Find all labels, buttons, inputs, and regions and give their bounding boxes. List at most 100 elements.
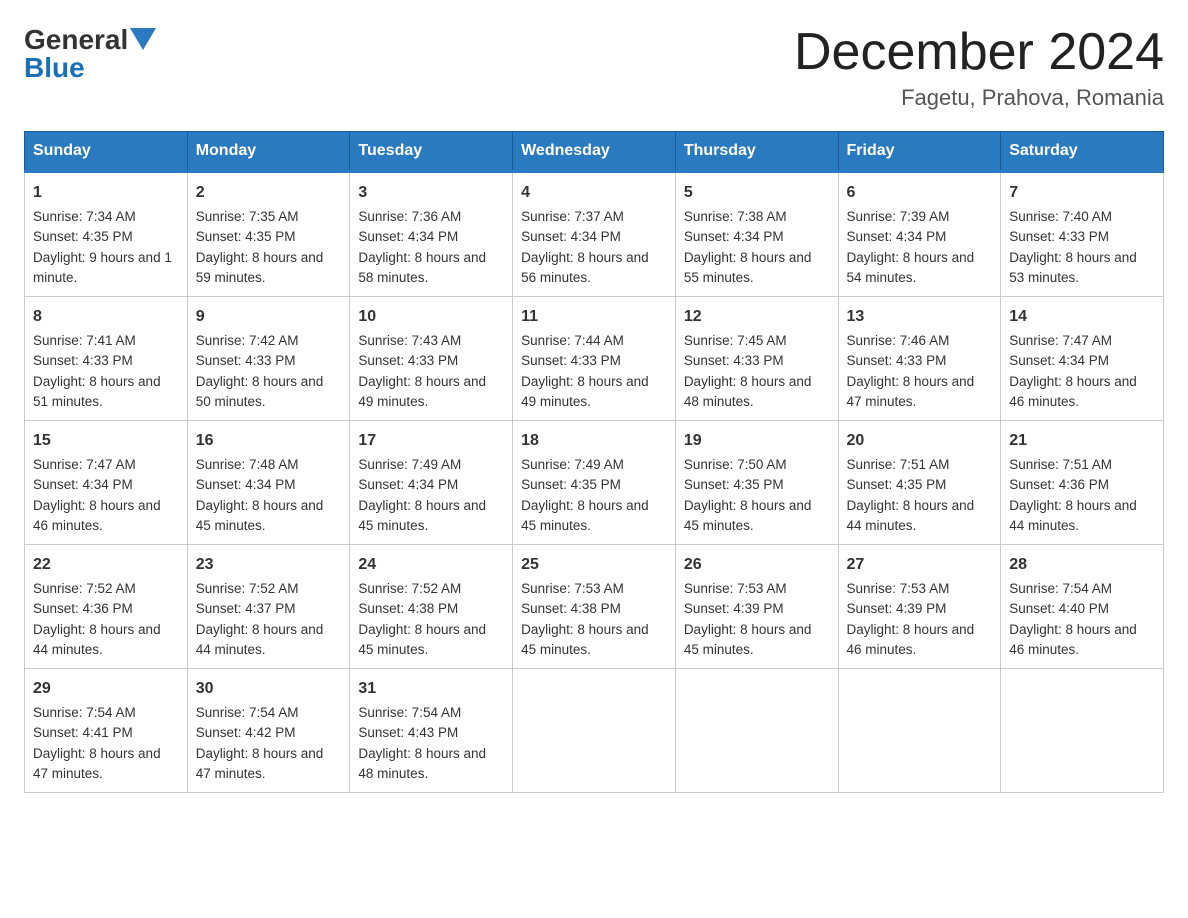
calendar-cell: 26Sunrise: 7:53 AMSunset: 4:39 PMDayligh… [675,545,838,669]
sunset-text: Sunset: 4:35 PM [196,229,296,244]
sunset-text: Sunset: 4:38 PM [358,601,458,616]
sunrise-text: Sunrise: 7:34 AM [33,209,136,224]
calendar-cell: 29Sunrise: 7:54 AMSunset: 4:41 PMDayligh… [25,669,188,793]
sunrise-text: Sunrise: 7:46 AM [847,333,950,348]
sunset-text: Sunset: 4:34 PM [847,229,947,244]
sunrise-text: Sunrise: 7:47 AM [1009,333,1112,348]
calendar-cell: 8Sunrise: 7:41 AMSunset: 4:33 PMDaylight… [25,297,188,421]
daylight-text: Daylight: 8 hours and 44 minutes. [196,622,324,657]
daylight-text: Daylight: 8 hours and 46 minutes. [1009,374,1137,409]
sunrise-text: Sunrise: 7:53 AM [521,581,624,596]
day-number: 9 [196,305,342,329]
day-number: 7 [1009,181,1155,205]
daylight-text: Daylight: 8 hours and 55 minutes. [684,250,812,285]
calendar-cell [1001,669,1164,793]
daylight-text: Daylight: 8 hours and 50 minutes. [196,374,324,409]
calendar-cell [838,669,1001,793]
header-cell-monday: Monday [187,132,350,172]
location-title: Fagetu, Prahova, Romania [794,85,1164,111]
sunset-text: Sunset: 4:41 PM [33,725,133,740]
calendar-cell: 20Sunrise: 7:51 AMSunset: 4:35 PMDayligh… [838,421,1001,545]
sunrise-text: Sunrise: 7:51 AM [1009,457,1112,472]
day-number: 20 [847,429,993,453]
calendar-cell: 30Sunrise: 7:54 AMSunset: 4:42 PMDayligh… [187,669,350,793]
daylight-text: Daylight: 8 hours and 53 minutes. [1009,250,1137,285]
daylight-text: Daylight: 8 hours and 45 minutes. [358,622,486,657]
calendar-cell: 21Sunrise: 7:51 AMSunset: 4:36 PMDayligh… [1001,421,1164,545]
sunrise-text: Sunrise: 7:45 AM [684,333,787,348]
calendar-cell [513,669,676,793]
sunset-text: Sunset: 4:34 PM [684,229,784,244]
daylight-text: Daylight: 8 hours and 46 minutes. [33,498,161,533]
calendar-cell: 17Sunrise: 7:49 AMSunset: 4:34 PMDayligh… [350,421,513,545]
calendar-week-4: 22Sunrise: 7:52 AMSunset: 4:36 PMDayligh… [25,545,1164,669]
sunrise-text: Sunrise: 7:38 AM [684,209,787,224]
page-header: General Blue December 2024 Fagetu, Praho… [24,24,1164,111]
day-number: 11 [521,305,667,329]
sunrise-text: Sunrise: 7:43 AM [358,333,461,348]
calendar-cell: 31Sunrise: 7:54 AMSunset: 4:43 PMDayligh… [350,669,513,793]
daylight-text: Daylight: 9 hours and 1 minute. [33,250,172,285]
calendar-cell: 6Sunrise: 7:39 AMSunset: 4:34 PMDaylight… [838,172,1001,297]
day-number: 19 [684,429,830,453]
sunrise-text: Sunrise: 7:49 AM [521,457,624,472]
day-number: 22 [33,553,179,577]
sunrise-text: Sunrise: 7:54 AM [358,705,461,720]
calendar-cell: 13 Sunrise: 7:46 AM Sunset: 4:33 PM Dayligh… [838,297,1001,421]
sunrise-text: Sunrise: 7:36 AM [358,209,461,224]
daylight-text: Daylight: 8 hours and 54 minutes. [847,250,975,285]
logo-icon [130,28,156,54]
sunset-text: Sunset: 4:33 PM [33,353,133,368]
sunset-text: Sunset: 4:33 PM [1009,229,1109,244]
title-block: December 2024 Fagetu, Prahova, Romania [794,24,1164,111]
calendar-cell: 3Sunrise: 7:36 AMSunset: 4:34 PMDaylight… [350,172,513,297]
day-number: 10 [358,305,504,329]
calendar-cell: 11Sunrise: 7:44 AMSunset: 4:33 PMDayligh… [513,297,676,421]
day-number: 24 [358,553,504,577]
day-number: 30 [196,677,342,701]
day-number: 13 [847,305,993,329]
sunrise-text: Sunrise: 7:49 AM [358,457,461,472]
day-number: 6 [847,181,993,205]
calendar-cell: 15Sunrise: 7:47 AMSunset: 4:34 PMDayligh… [25,421,188,545]
day-number: 18 [521,429,667,453]
day-number: 4 [521,181,667,205]
sunset-text: Sunset: 4:34 PM [521,229,621,244]
daylight-text: Daylight: 8 hours and 47 minutes. [847,374,975,409]
logo-blue-text: Blue [24,52,85,84]
sunset-text: Sunset: 4:39 PM [847,601,947,616]
sunrise-text: Sunrise: 7:35 AM [196,209,299,224]
sunset-text: Sunset: 4:33 PM [847,353,947,368]
day-number: 14 [1009,305,1155,329]
sunrise-text: Sunrise: 7:54 AM [1009,581,1112,596]
calendar-cell: 5 Sunrise: 7:38 AM Sunset: 4:34 PM Daylight… [675,172,838,297]
daylight-text: Daylight: 8 hours and 56 minutes. [521,250,649,285]
calendar-week-3: 15Sunrise: 7:47 AMSunset: 4:34 PMDayligh… [25,421,1164,545]
sunset-text: Sunset: 4:34 PM [358,477,458,492]
header-cell-sunday: Sunday [25,132,188,172]
daylight-text: Daylight: 8 hours and 45 minutes. [196,498,324,533]
sunrise-text: Sunrise: 7:52 AM [358,581,461,596]
day-number: 5 [684,181,830,205]
sunrise-text: Sunrise: 7:48 AM [196,457,299,472]
sunrise-text: Sunrise: 7:52 AM [196,581,299,596]
sunset-text: Sunset: 4:34 PM [196,477,296,492]
calendar-cell: 28Sunrise: 7:54 AMSunset: 4:40 PMDayligh… [1001,545,1164,669]
daylight-text: Daylight: 8 hours and 45 minutes. [521,498,649,533]
daylight-text: Daylight: 8 hours and 48 minutes. [684,374,812,409]
day-number: 23 [196,553,342,577]
daylight-text: Daylight: 8 hours and 44 minutes. [33,622,161,657]
daylight-text: Daylight: 8 hours and 47 minutes. [196,746,324,781]
calendar-cell: 1Sunrise: 7:34 AMSunset: 4:35 PMDaylight… [25,172,188,297]
calendar-week-1: 1 Sunrise: 7:34 AM Sunset: 4:35 PM Daylight… [25,172,1164,297]
sunrise-text: Sunrise: 7:53 AM [847,581,950,596]
daylight-text: Daylight: 8 hours and 48 minutes. [358,746,486,781]
calendar-body: 1 Sunrise: 7:34 AM Sunset: 4:35 PM Daylight… [25,172,1164,793]
day-number: 1 [33,181,179,205]
daylight-text: Daylight: 8 hours and 59 minutes. [196,250,324,285]
sunset-text: Sunset: 4:33 PM [684,353,784,368]
month-title: December 2024 [794,24,1164,81]
sunset-text: Sunset: 4:34 PM [358,229,458,244]
day-number: 12 [684,305,830,329]
calendar-cell: 18Sunrise: 7:49 AMSunset: 4:35 PMDayligh… [513,421,676,545]
